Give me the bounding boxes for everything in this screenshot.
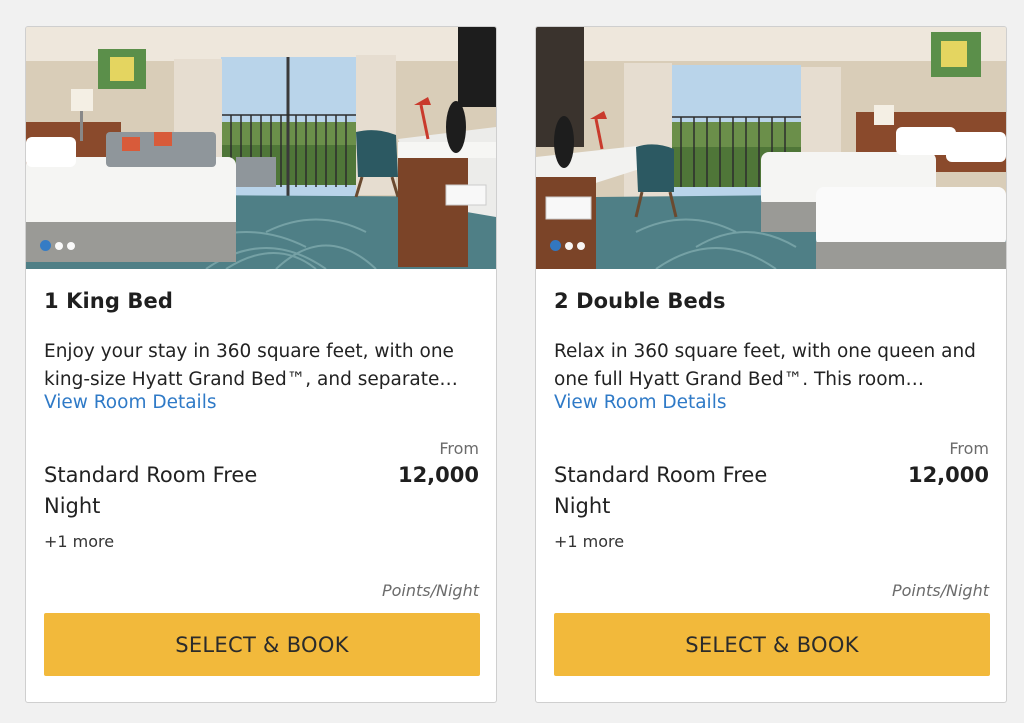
room-title: 2 Double Beds [554, 289, 726, 313]
carousel-dots[interactable] [550, 240, 585, 251]
room-photo[interactable] [536, 27, 1006, 269]
carousel-dot-3[interactable] [577, 241, 585, 250]
rate-name: Standard Room Free Night [44, 463, 258, 518]
select-and-book-button[interactable]: SELECT & BOOK [554, 613, 990, 676]
carousel-dot-2[interactable] [565, 241, 573, 250]
more-rates-link[interactable]: +1 more [554, 532, 624, 551]
carousel-dot-1[interactable] [40, 240, 51, 251]
room-card-king: 1 King Bed Enjoy your stay in 360 square… [25, 26, 497, 703]
price-unit: Points/Night [381, 581, 479, 600]
carousel-dot-1[interactable] [550, 240, 561, 251]
price-from-label: From [949, 439, 989, 458]
price-value: 12,000 [397, 463, 479, 487]
carousel-dot-3[interactable] [67, 241, 75, 250]
price-value: 12,000 [907, 463, 989, 487]
price-unit: Points/Night [891, 581, 989, 600]
room-title: 1 King Bed [44, 289, 173, 313]
room-description: Relax in 360 square feet, with one queen… [554, 341, 976, 390]
carousel-dots[interactable] [40, 240, 75, 251]
more-rates-link[interactable]: +1 more [44, 532, 114, 551]
carousel-dot-2[interactable] [55, 241, 63, 250]
room-description: Enjoy your stay in 360 square feet, with… [44, 341, 458, 390]
view-room-details-link[interactable]: View Room Details [44, 392, 216, 413]
select-and-book-button[interactable]: SELECT & BOOK [44, 613, 480, 676]
rate-name: Standard Room Free Night [554, 463, 768, 518]
price-from-label: From [439, 439, 479, 458]
view-room-details-link[interactable]: View Room Details [554, 392, 726, 413]
room-card-double: 2 Double Beds Relax in 360 square feet, … [535, 26, 1007, 703]
room-photo[interactable] [26, 27, 496, 269]
